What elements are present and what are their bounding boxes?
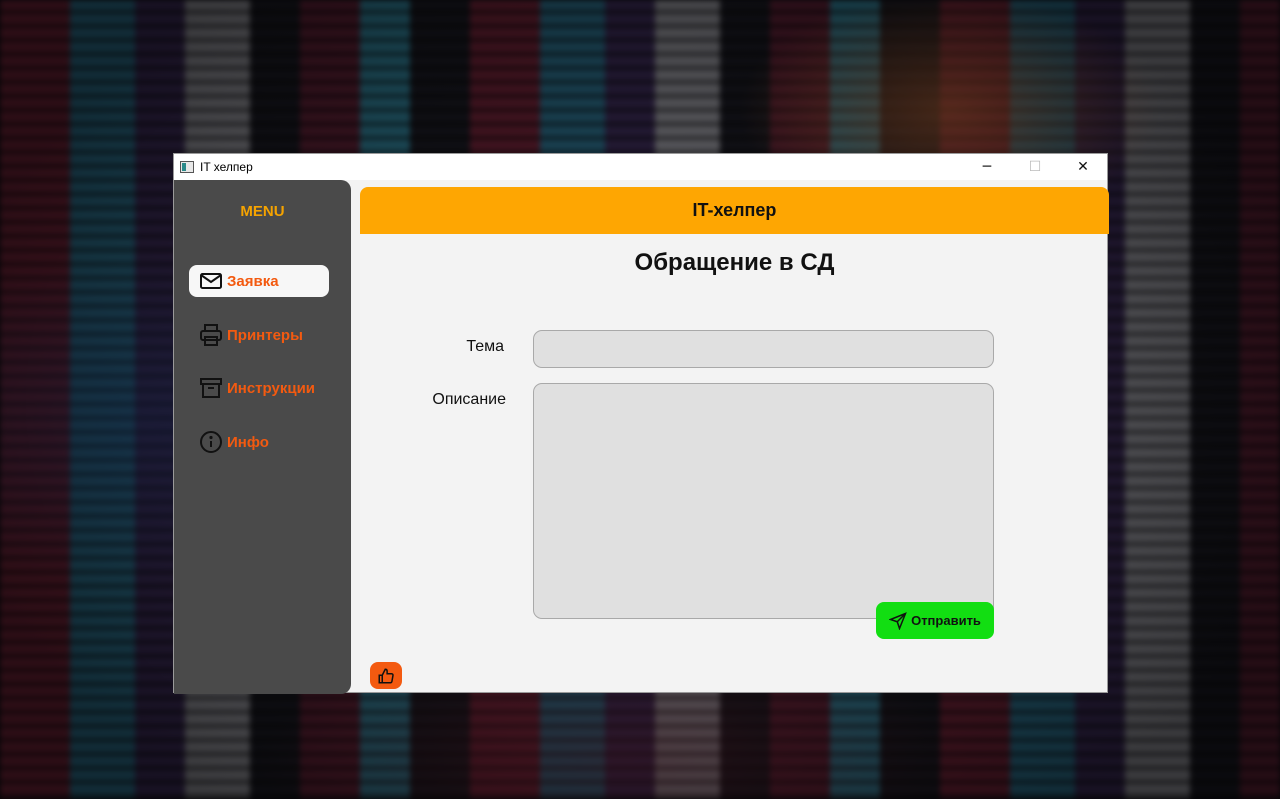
close-button[interactable]: ✕: [1059, 154, 1107, 180]
sidebar-item-instructions[interactable]: Инструкции: [189, 372, 329, 404]
theme-label: Тема: [466, 338, 504, 355]
sidebar: MENU Заявка Принтеры Инструкции Инфо: [174, 180, 351, 694]
app-icon: [180, 161, 194, 173]
send-button[interactable]: Отправить: [876, 602, 994, 639]
sidebar-item-info[interactable]: Инфо: [189, 426, 329, 458]
send-button-label: Отправить: [911, 613, 981, 628]
sidebar-item-label: Принтеры: [227, 326, 303, 344]
sidebar-item-label: Инфо: [227, 433, 269, 451]
like-button[interactable]: [370, 662, 402, 689]
page-title: Обращение в СД: [634, 249, 835, 276]
app-window: IT хелпер ─ ☐ ✕ MENU Заявка Принтеры Инс…: [173, 153, 1109, 694]
description-label: Описание: [432, 391, 506, 408]
window-titlebar[interactable]: IT хелпер ─ ☐ ✕: [174, 154, 1107, 180]
window-title: IT хелпер: [200, 160, 253, 174]
maximize-button[interactable]: ☐: [1011, 154, 1059, 180]
menu-title: MENU: [240, 203, 285, 220]
sidebar-item-request[interactable]: Заявка: [189, 265, 329, 297]
thumbs-up-icon: [378, 667, 394, 683]
info-circle-icon: [199, 430, 223, 454]
window-controls: ─ ☐ ✕: [963, 154, 1107, 180]
envelope-icon: [199, 269, 223, 293]
app-header: IT-хелпер: [360, 187, 1109, 234]
sidebar-item-printers[interactable]: Принтеры: [189, 319, 329, 351]
minimize-button[interactable]: ─: [963, 154, 1011, 180]
sidebar-item-label: Инструкции: [227, 379, 316, 397]
printer-icon: [199, 323, 223, 347]
theme-input[interactable]: [533, 330, 994, 368]
sidebar-item-label: Заявка: [227, 272, 279, 290]
send-icon: [889, 611, 907, 630]
description-textarea[interactable]: [533, 383, 994, 619]
archive-box-icon: [199, 376, 223, 400]
